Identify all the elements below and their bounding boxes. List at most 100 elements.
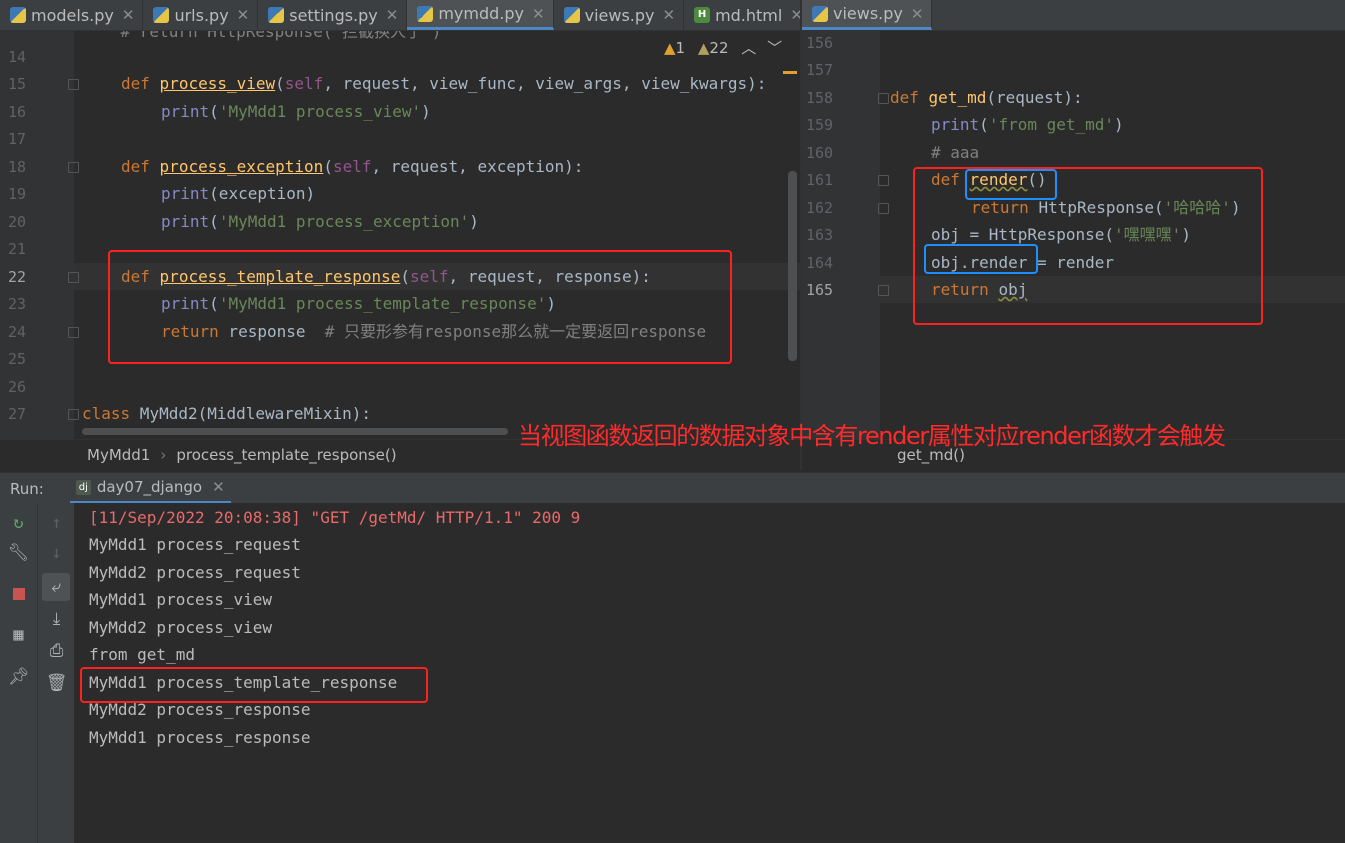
left-editor[interactable]: # return HttpResponse('拦截换人了') 14 15 16 … [0, 31, 800, 439]
line-number: 164 [806, 254, 834, 272]
fold-marker-icon[interactable] [878, 93, 889, 104]
pin-icon[interactable]: 📌︎ [0, 667, 37, 687]
rerun-icon[interactable]: ↻ [0, 513, 37, 533]
python-file-icon [417, 5, 434, 22]
tab-settings-py[interactable]: settings.py ✕ [258, 0, 408, 30]
console-line: MyMdd1 process_response [89, 728, 311, 747]
run-left-toolbar: ↻ 🔧︎ ▦ 📌︎ [0, 503, 37, 843]
line-number: 24 [8, 323, 27, 341]
fold-marker-icon[interactable] [68, 79, 79, 90]
line-number: 165 [806, 281, 834, 299]
close-icon[interactable]: ✕ [122, 6, 135, 24]
scrollbar-thumb[interactable] [788, 171, 797, 361]
warning-icon: ▲ [664, 39, 676, 57]
fold-marker-icon[interactable] [68, 272, 79, 283]
line-number: 157 [806, 61, 834, 79]
tab-mymdd-py[interactable]: mymdd.py ✕ [407, 0, 554, 30]
python-file-icon [153, 7, 170, 23]
tab-views-py-right[interactable]: views.py ✕ [802, 0, 933, 30]
line-number: 19 [8, 185, 27, 203]
fold-marker-icon[interactable] [878, 285, 889, 296]
close-icon[interactable]: ✕ [532, 5, 545, 23]
tab-urls-py[interactable]: urls.py ✕ [143, 0, 259, 30]
line-number: 23 [8, 295, 27, 313]
fold-marker-icon[interactable] [68, 327, 79, 338]
line-number: 163 [806, 226, 834, 244]
line-number: 18 [8, 158, 27, 176]
code-line: print('from get_md') [931, 115, 1124, 134]
breadcrumb-class[interactable]: MyMdd1 [87, 446, 150, 464]
wrench-icon[interactable]: 🔧︎ [0, 543, 37, 563]
line-number: 159 [806, 116, 834, 134]
line-number: 160 [806, 144, 834, 162]
code-line: class MyMdd2(MiddlewareMixin): [82, 404, 371, 423]
code-line: def get_md(request): [890, 88, 1083, 107]
partial-top-line: # return HttpResponse('拦截换人了') [82, 31, 442, 41]
weak-warning-icon: ▲ [697, 39, 710, 57]
code-line: print('MyMdd1 process_exception') [161, 212, 479, 231]
layout-icon[interactable]: ▦ [0, 625, 37, 645]
chevron-down-icon[interactable]: ﹀ [767, 39, 782, 57]
stop-icon[interactable] [0, 585, 37, 605]
annotation-text: 当视图函数返回的数据对象中含有render属性对应render函数才会触发 [518, 422, 1226, 450]
inspection-widget[interactable]: ▲1 ▲22 ︿ ﹀ [664, 37, 782, 58]
fold-marker-icon[interactable] [68, 162, 79, 173]
line-number: 22 [8, 268, 27, 286]
print-icon[interactable]: ⎙ [38, 641, 75, 661]
close-icon[interactable]: ✕ [662, 6, 675, 24]
tab-models-py[interactable]: models.py ✕ [0, 0, 144, 30]
line-number: 26 [8, 378, 27, 396]
highlight-box-render-def [965, 169, 1057, 200]
horizontal-scrollbar[interactable] [82, 428, 508, 435]
left-tab-bar: models.py ✕ urls.py ✕ settings.py ✕ mymdd.p… [0, 0, 800, 31]
breadcrumb-method[interactable]: process_template_response() [176, 446, 396, 464]
tab-md-html[interactable]: Hmd.html✕ [684, 0, 800, 30]
close-icon[interactable]: ✕ [386, 6, 399, 24]
line-number: 16 [8, 103, 27, 121]
line-number: 20 [8, 213, 27, 231]
run-config-tab[interactable]: dj day07_django ✕ [69, 473, 231, 504]
arrow-down-icon[interactable]: ↓ [38, 543, 75, 563]
line-number: 158 [806, 89, 834, 107]
breadcrumb-separator-icon: › [160, 446, 167, 464]
line-number: 25 [8, 350, 27, 368]
fold-marker-icon[interactable] [878, 203, 889, 214]
fold-marker-icon[interactable] [878, 175, 889, 186]
chevron-up-icon[interactable]: ︿ [741, 39, 756, 57]
fold-marker-icon[interactable] [68, 409, 79, 420]
run-toolbar: Run: dj day07_django ✕ [0, 472, 1345, 504]
right-editor[interactable]: 156 157 158 159 160 161 162 163 164 165 … [802, 31, 1345, 439]
line-number: 17 [8, 130, 27, 148]
line-number: 156 [806, 34, 834, 52]
code-line: def process_view(self, request, view_fun… [121, 74, 767, 93]
line-number: 14 [8, 48, 27, 66]
close-icon[interactable]: ✕ [790, 6, 800, 24]
line-number: 21 [8, 240, 27, 258]
highlight-box-console-template-response [80, 667, 428, 703]
highlight-box-obj-render [924, 244, 1038, 274]
console-line: MyMdd2 process_view [89, 618, 273, 637]
console-line: [11/Sep/2022 20:08:38] "GET /getMd/ HTTP… [89, 508, 581, 527]
scrollbar-marker [783, 71, 797, 74]
code-line: # aaa [931, 143, 980, 162]
close-icon[interactable]: ✕ [911, 5, 924, 23]
tab-views-py[interactable]: views.py ✕ [554, 0, 685, 30]
line-number: 161 [806, 171, 834, 189]
run-console[interactable]: [11/Sep/2022 20:08:38] "GET /getMd/ HTTP… [74, 503, 1345, 843]
python-file-icon [268, 7, 285, 23]
close-icon[interactable]: ✕ [237, 6, 250, 24]
console-line: MyMdd1 process_view [89, 590, 273, 609]
code-line: print('MyMdd1 process_view') [161, 102, 431, 121]
python-file-icon [10, 7, 26, 23]
run-label: Run: [10, 479, 44, 498]
scroll-to-end-icon[interactable]: ⤓ [38, 609, 75, 629]
soft-wrap-icon[interactable]: ⤶ [42, 573, 70, 601]
arrow-up-icon[interactable]: ↑ [38, 513, 75, 533]
line-number: 162 [806, 199, 834, 217]
line-number: 15 [8, 75, 27, 93]
trash-icon[interactable]: 🗑︎ [38, 673, 75, 693]
console-line: MyMdd1 process_request [89, 535, 301, 554]
close-icon[interactable]: ✕ [212, 478, 225, 496]
console-line: from get_md [89, 645, 195, 664]
code-line: print(exception) [161, 184, 316, 203]
